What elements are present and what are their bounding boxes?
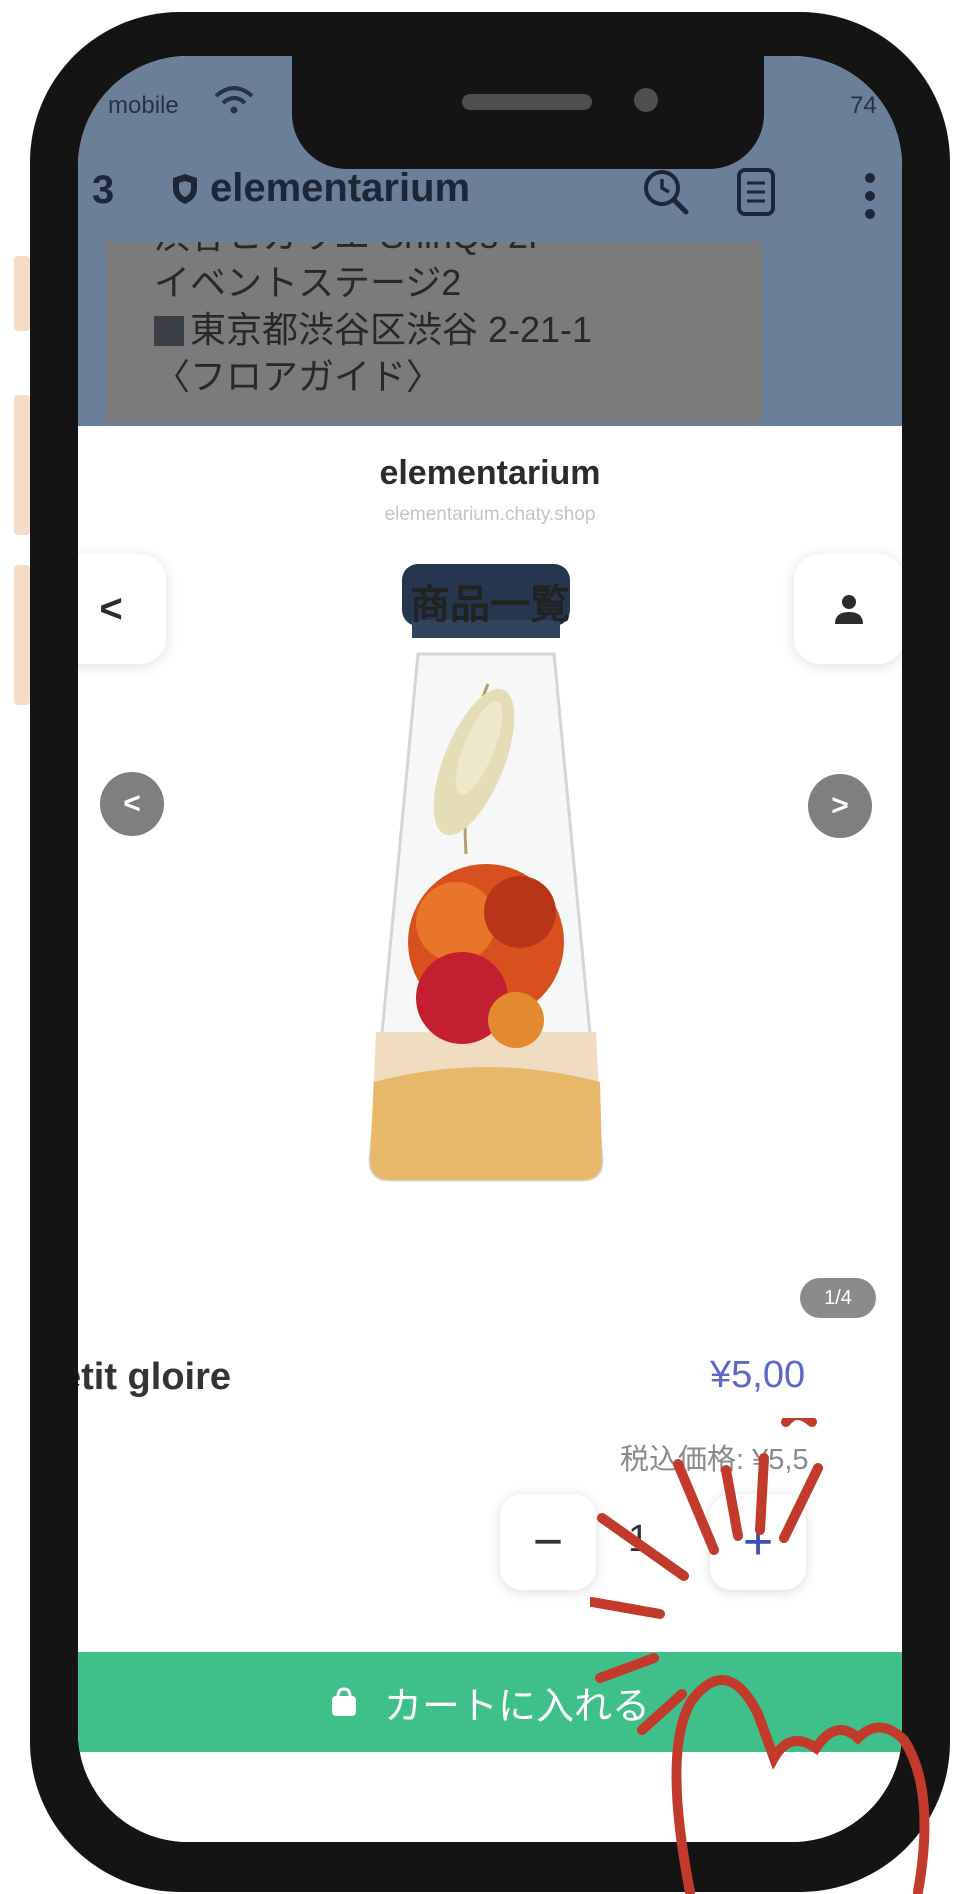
speaker-grille <box>462 94 592 110</box>
chevron-left-icon: < <box>123 787 141 820</box>
image-counter: 1/4 <box>800 1278 876 1318</box>
address-text: 東京都渋谷区渋谷 2-21-1 <box>190 309 593 350</box>
more-icon[interactable] <box>864 172 876 222</box>
shield-icon <box>173 174 197 204</box>
chevron-right-icon: > <box>831 789 849 822</box>
page-title: 商品一覧 <box>410 583 570 627</box>
page-snippet: 渋谷ヒカリエ ShinQs 2F イベントステージ2 東京都渋谷区渋谷 2-21… <box>106 242 762 422</box>
wifi-icon <box>214 86 254 114</box>
quantity-decrease-button[interactable]: − <box>500 1494 596 1590</box>
phone-side-button <box>14 256 30 331</box>
product-price: ¥5,00 <box>710 1354 806 1396</box>
status-carrier: mobile <box>108 92 179 119</box>
phone-volume-down-button <box>14 565 30 705</box>
snippet-line: イベントステージ2 <box>154 262 462 303</box>
tap-hand-icon <box>590 1418 930 1894</box>
phone-volume-up-button <box>14 395 30 535</box>
site-title: elementarium <box>210 166 471 210</box>
building-icon <box>154 316 184 346</box>
shop-url: elementarium.chaty.shop <box>384 504 596 525</box>
tab-count[interactable]: 3 <box>92 168 114 213</box>
snippet-address: 東京都渋谷区渋谷 2-21-1 <box>154 306 762 353</box>
minus-icon: − <box>532 1513 564 1571</box>
status-battery: 74 <box>850 92 877 119</box>
product-name: etit gloire <box>78 1356 232 1398</box>
snippet-line: 渋谷ヒカリエ ShinQs 2F <box>154 242 762 259</box>
floor-guide-link[interactable]: 〈フロアガイド〉 <box>154 353 762 400</box>
product-image[interactable] <box>356 562 616 1202</box>
carousel-prev-button[interactable]: < <box>100 772 164 836</box>
carousel-next-button[interactable]: > <box>808 774 872 838</box>
history-search-icon[interactable] <box>640 166 692 218</box>
reader-icon[interactable] <box>734 166 778 218</box>
shopping-bag-icon <box>331 1687 356 1716</box>
shop-name: elementarium <box>379 454 601 492</box>
phone-notch <box>292 56 764 169</box>
front-camera <box>634 88 658 112</box>
